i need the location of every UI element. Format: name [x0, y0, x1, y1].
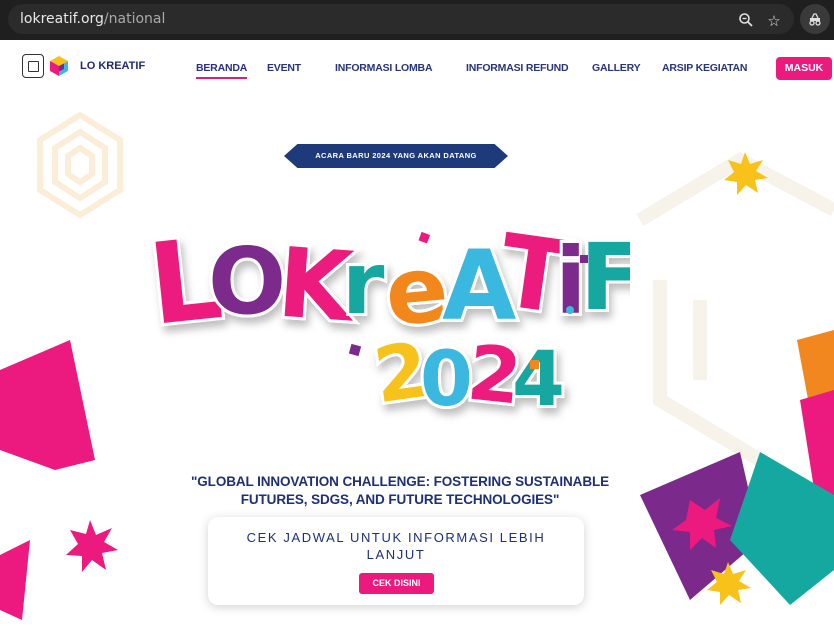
- brand-name: LO KREATIF: [80, 60, 146, 72]
- extension-icon[interactable]: [800, 4, 830, 34]
- nav-beranda[interactable]: BERANDA: [196, 62, 247, 79]
- institution-logo-icon: [22, 54, 44, 78]
- schedule-card-text: CEK JADWAL UNTUK INFORMASI LEBIH LANJUT: [246, 530, 546, 562]
- url-domain: lokreatif.org: [20, 11, 104, 27]
- nav-event[interactable]: EVENT: [267, 62, 301, 74]
- site-navbar: LO KREATIF BERANDA EVENT INFORMASI LOMBA…: [0, 40, 834, 100]
- upcoming-event-ribbon: ACARA BARU 2024 YANG AKAN DATANG: [284, 144, 508, 168]
- nav-informasi-refund[interactable]: INFORMASI REFUND: [466, 62, 569, 74]
- nav-arsip-kegiatan[interactable]: ARSIP KEGIATAN: [662, 62, 747, 74]
- zoom-icon[interactable]: [736, 12, 756, 32]
- star-icon[interactable]: ☆: [764, 12, 784, 32]
- cek-disini-button[interactable]: CEK DISINI: [359, 573, 434, 594]
- svg-text:r: r: [342, 234, 385, 334]
- brand-logo[interactable]: LO KREATIF: [22, 54, 145, 78]
- lokreatif-2024-logo: L O K r e A T i F 2 0 2 4: [150, 209, 630, 425]
- login-button[interactable]: MASUK: [776, 57, 832, 80]
- event-tagline: "GLOBAL INNOVATION CHALLENGE: FOSTERING …: [190, 474, 610, 507]
- nav-gallery[interactable]: GALLERY: [592, 62, 641, 74]
- browser-toolbar: lokreatif.org/national ☆: [0, 0, 834, 40]
- nav-informasi-lomba[interactable]: INFORMASI LOMBA: [335, 62, 433, 74]
- schedule-card: CEK JADWAL UNTUK INFORMASI LEBIH LANJUT …: [208, 517, 584, 605]
- lokreatif-cube-icon: [48, 55, 70, 77]
- address-bar[interactable]: lokreatif.org/national ☆: [8, 4, 794, 34]
- svg-text:O: O: [208, 228, 286, 335]
- svg-text:4: 4: [512, 334, 565, 423]
- hero-section: ACARA BARU 2024 YANG AKAN DATANG L O K r…: [0, 100, 834, 631]
- svg-text:F: F: [580, 224, 630, 331]
- url-text[interactable]: lokreatif.org/national: [20, 11, 165, 27]
- url-path: /national: [103, 11, 166, 27]
